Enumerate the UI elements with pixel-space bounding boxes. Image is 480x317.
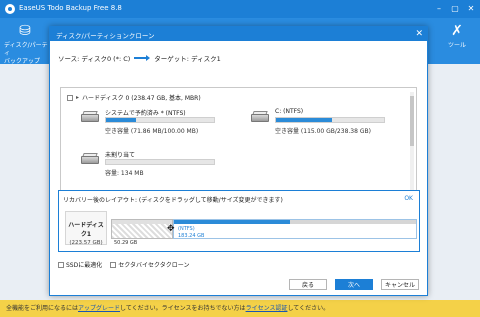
minimize-icon[interactable]: –: [432, 2, 446, 15]
ssd-option[interactable]: SSDに最適化: [58, 260, 102, 269]
partition-usage-bar: [105, 117, 215, 123]
back-button[interactable]: 戻る: [289, 279, 327, 290]
drive-icon: [81, 153, 99, 165]
footer-text-after: してください。: [287, 305, 330, 312]
clone-options: SSDに最適化 セクタバイセクタクローン: [58, 260, 189, 269]
partition-usage-bar: [105, 159, 215, 165]
move-cursor-icon[interactable]: ✥: [167, 224, 177, 234]
next-button[interactable]: 次へ: [335, 279, 373, 290]
footer-text-before: 全機能をご利用になるには: [6, 305, 79, 312]
dialog-buttons: 戻る 次へ キャンセル: [289, 279, 419, 290]
clone-dialog: ディスク/パーティションクローン ✕ ソース: ディスク0 (*: C) ターゲ…: [49, 26, 428, 296]
disk-backup-label: ディスク/パーティ バックアップ: [4, 42, 48, 65]
close-icon[interactable]: ✕: [464, 2, 478, 15]
upgrade-banner: 全機能をご利用になるにはアップグレードしてください。ライセンスをお持ちでない方は…: [0, 300, 480, 317]
clone-route: ソース: ディスク0 (*: C) ターゲット: ディスク1: [58, 53, 221, 63]
partition-name: 未割り当て: [105, 152, 136, 159]
target-disk-size: (223.57 GB): [69, 240, 103, 246]
layout-title: リカバリー後のレイアウト: (ディスクをドラッグして移動/サイズ変更ができます): [63, 197, 283, 204]
disk-header-label: ハードディスク 0 (238.47 GB, 基本, MBR): [82, 95, 201, 102]
disk-backup-button[interactable]: ⛁: [2, 22, 48, 40]
partition-segment-fill: [174, 220, 291, 224]
wrench-icon: ✗: [451, 23, 463, 39]
route-source: ソース: ディスク0 (*: C): [58, 55, 131, 63]
sector-option[interactable]: セクタバイセクタクローン: [110, 260, 189, 269]
unallocated-size: 50.29 GB: [114, 240, 138, 246]
tools-label: ツール: [447, 42, 466, 49]
dialog-title: ディスク/パーティションクローン: [56, 32, 155, 40]
ssd-checkbox[interactable]: [58, 261, 64, 268]
footer-text-mid: してください。ライセンスをお持ちでない方は: [120, 305, 246, 312]
scroll-thumb[interactable]: [410, 96, 414, 146]
disk-header: ▸ ハードディスク 0 (238.47 GB, 基本, MBR): [67, 93, 201, 102]
arrow-right-icon: [134, 55, 151, 61]
partition-segment[interactable]: (NTFS) 183.24 GB: [173, 219, 417, 239]
target-disk: ハードディスク1 (223.57 GB): [65, 211, 107, 246]
drive-icon: [251, 111, 269, 123]
disk-icon: ⛁: [19, 23, 31, 39]
partition-free: 空き容量 (115.00 GB/238.38 GB): [275, 128, 371, 135]
tools-button[interactable]: ✗ ツール: [434, 22, 480, 49]
partition-free: 容量: 134 MB: [105, 170, 144, 177]
layout-ok-button[interactable]: OK: [404, 195, 413, 202]
layout-panel: リカバリー後のレイアウト: (ディスクをドラッグして移動/サイズ変更ができます)…: [58, 190, 420, 252]
partition-free: 空き容量 (71.86 MB/100.00 MB): [105, 128, 199, 135]
app-logo-icon: [5, 4, 15, 14]
maximize-icon[interactable]: ▢: [448, 2, 462, 15]
sector-label: セクタバイセクタクローン: [118, 262, 190, 269]
partition-name: システムで予約済み * (NTFS): [105, 110, 186, 117]
collapse-caret-icon[interactable]: ▸: [76, 94, 79, 101]
unallocated-segment[interactable]: 50.29 GB: [111, 219, 173, 246]
dialog-close-icon[interactable]: ✕: [415, 28, 423, 40]
disk-checkbox[interactable]: [67, 94, 73, 101]
activate-link[interactable]: ライセンス認証: [246, 305, 288, 312]
partition-name: C: (NTFS): [275, 108, 304, 115]
upgrade-link[interactable]: アップグレード: [78, 305, 120, 312]
source-disk-panel: ▸ ハードディスク 0 (238.47 GB, 基本, MBR) システムで予約…: [60, 87, 417, 202]
partition-segment-size: 183.24 GB: [178, 233, 205, 239]
target-disk-name: ハードディスク1: [68, 222, 104, 238]
dialog-titlebar: ディスク/パーティションクローン ✕: [50, 27, 427, 41]
ssd-label: SSDに最適化: [66, 262, 103, 269]
route-target: ターゲット: ディスク1: [154, 55, 221, 63]
app-window: EaseUS Todo Backup Free 8.8 – ▢ ✕ ⛁ ✗ ツー…: [0, 0, 480, 317]
window-controls: – ▢ ✕: [432, 2, 478, 15]
app-title: EaseUS Todo Backup Free 8.8: [19, 4, 122, 12]
partition-usage-bar: [275, 117, 385, 123]
partition-segment-fs: (NTFS): [178, 226, 195, 232]
sector-checkbox[interactable]: [110, 261, 117, 268]
disk-panel-scrollbar[interactable]: [410, 92, 414, 200]
drive-icon: [81, 111, 99, 123]
cancel-button[interactable]: キャンセル: [381, 279, 419, 290]
app-titlebar: EaseUS Todo Backup Free 8.8 – ▢ ✕: [0, 0, 480, 18]
